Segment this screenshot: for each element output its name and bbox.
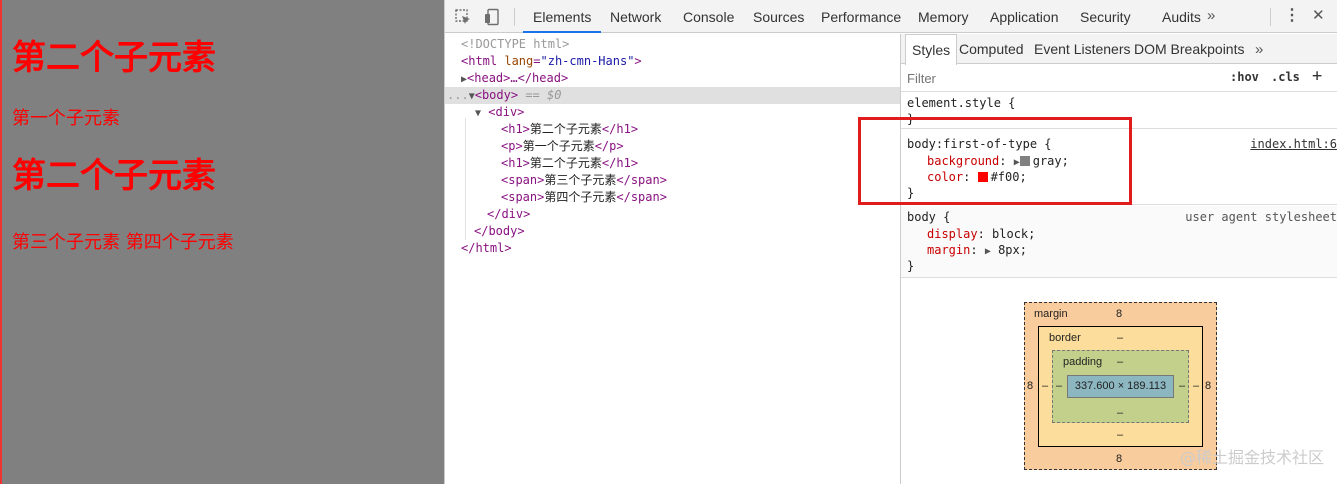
- border-right-value[interactable]: –: [1193, 380, 1199, 392]
- device-toolbar-icon[interactable]: [483, 8, 501, 26]
- rule-close-brace: }: [907, 259, 915, 273]
- dom-h1-second[interactable]: <h1>第二个子元素</h1>: [501, 155, 638, 172]
- dom-p-text: 第一个子元素: [522, 139, 595, 153]
- rule-body-user-agent: body { user agent stylesheet display: bl…: [901, 206, 1337, 278]
- tab-security[interactable]: Security: [1080, 0, 1131, 33]
- close-icon[interactable]: ✕: [1312, 0, 1325, 32]
- html-attr-name: lang: [504, 54, 534, 68]
- dom-div-open[interactable]: ▼ <div>: [475, 104, 524, 121]
- subtab-styles[interactable]: Styles: [905, 34, 958, 65]
- cls-toggle[interactable]: .cls: [1271, 70, 1300, 84]
- toolbar-divider: [1270, 8, 1271, 26]
- rule2-source: user agent stylesheet: [1185, 210, 1337, 224]
- tab-elements[interactable]: Elements: [523, 0, 602, 33]
- dom-body-close[interactable]: </body>: [474, 223, 525, 240]
- margin-top-value[interactable]: 8: [1116, 308, 1122, 320]
- rule1-source-link[interactable]: index.html:6: [1250, 136, 1337, 152]
- watermark: @稀土掘金技术社区: [1179, 448, 1324, 467]
- expand-shorthand-icon[interactable]: ▶: [985, 246, 991, 257]
- box-model-border[interactable]: border – – – – padding – – – – 337.600 ×…: [1038, 326, 1203, 447]
- kebab-menu-icon[interactable]: ⋮: [1284, 0, 1300, 32]
- tab-sources[interactable]: Sources: [753, 0, 804, 33]
- rendered-page-preview: 第二个子元素 第一个子元素 第二个子元素 第三个子元素 第四个子元素: [0, 0, 444, 484]
- rule2-display-decl: display: block;: [927, 227, 1036, 241]
- border-label: border: [1049, 332, 1081, 344]
- dom-body-selected[interactable]: ...▼<body> == $0: [445, 87, 900, 104]
- dom-h1-first[interactable]: <h1>第二个子元素</h1>: [501, 121, 638, 138]
- padding-left-value[interactable]: –: [1056, 380, 1062, 392]
- dom-head[interactable]: ▶<head>…</head>: [461, 70, 568, 87]
- dom-ellipsis: ...: [447, 88, 469, 102]
- dom-h1-text: 第二个子元素: [529, 122, 602, 136]
- preview-span-third: 第三个子元素: [12, 232, 120, 253]
- tab-performance[interactable]: Performance: [821, 0, 901, 33]
- value-8px: 8px;: [998, 243, 1027, 257]
- new-rule-plus-icon[interactable]: +: [1312, 66, 1322, 86]
- more-subtabs-icon[interactable]: »: [1255, 34, 1263, 64]
- html-attr-value: "zh-cmn-Hans": [540, 54, 635, 68]
- dom-h1b-text: 第二个子元素: [529, 156, 602, 170]
- dom-html-open[interactable]: <html lang="zh-cmn-Hans">: [461, 53, 642, 70]
- dom-doctype[interactable]: <!DOCTYPE html>: [461, 36, 569, 53]
- styles-filter-input[interactable]: [907, 71, 1107, 86]
- head-tag: <head>…</head>: [467, 71, 569, 85]
- box-model-content-size[interactable]: 337.600 × 189.113: [1067, 375, 1174, 398]
- border-left-value[interactable]: –: [1042, 380, 1048, 392]
- tab-memory[interactable]: Memory: [918, 0, 969, 33]
- tab-application[interactable]: Application: [990, 0, 1059, 33]
- element-style-selector[interactable]: element.style {: [907, 95, 1015, 111]
- rule2-selector: body {: [907, 210, 951, 224]
- margin-bottom-value[interactable]: 8: [1116, 453, 1122, 465]
- subtab-computed[interactable]: Computed: [959, 34, 1024, 64]
- styles-filter-bar: :hov .cls +: [901, 65, 1337, 92]
- preview-span-fourth: 第四个子元素: [125, 232, 234, 253]
- inspect-element-icon[interactable]: [454, 8, 472, 26]
- div-tag: <div>: [488, 105, 525, 119]
- tab-audits[interactable]: Audits: [1162, 0, 1201, 33]
- collapse-triangle-icon[interactable]: ▼: [475, 108, 481, 119]
- body-tag: <body>: [474, 88, 519, 102]
- devtools-toolbar: Elements Network Console Sources Perform…: [445, 0, 1337, 33]
- subtab-event-listeners[interactable]: Event Listeners: [1034, 34, 1131, 64]
- rule2-margin-decl: margin: ▶ 8px;: [927, 243, 1027, 257]
- dom-span-fourth[interactable]: <span>第四个子元素</span>: [501, 189, 667, 206]
- prop-display: display: [927, 227, 978, 241]
- tab-network[interactable]: Network: [610, 0, 661, 33]
- preview-spans: 第三个子元素 第四个子元素: [12, 232, 434, 254]
- preview-h1-first: 第二个子元素: [12, 38, 216, 78]
- tab-console[interactable]: Console: [683, 0, 734, 33]
- margin-right-value[interactable]: 8: [1205, 380, 1211, 392]
- selected-node-marker: == $0: [525, 88, 562, 102]
- dom-p[interactable]: <p>第一个子元素</p>: [501, 138, 624, 155]
- more-tabs-icon[interactable]: »: [1207, 0, 1215, 32]
- hov-toggle[interactable]: :hov: [1230, 70, 1259, 84]
- devtools-panel: Elements Network Console Sources Perform…: [444, 0, 1337, 484]
- padding-right-value[interactable]: –: [1179, 380, 1185, 392]
- padding-bottom-value[interactable]: –: [1117, 407, 1123, 419]
- dom-span-a-text: 第三个子元素: [544, 173, 617, 187]
- padding-label: padding: [1063, 356, 1103, 368]
- toolbar-divider: [514, 8, 515, 26]
- html-tag: <html: [461, 54, 498, 68]
- subtab-dom-breakpoints[interactable]: DOM Breakpoints: [1134, 34, 1244, 64]
- value-block: block;: [992, 227, 1036, 241]
- dom-tree: <!DOCTYPE html> <html lang="zh-cmn-Hans"…: [445, 34, 900, 484]
- indent-guide: [465, 118, 466, 240]
- padding-top-value[interactable]: –: [1117, 356, 1123, 368]
- dom-span-b-text: 第四个子元素: [544, 190, 617, 204]
- dom-div-close[interactable]: </div>: [487, 206, 530, 223]
- styles-pane: Styles Computed Event Listeners DOM Brea…: [900, 34, 1337, 484]
- preview-paragraph: 第一个子元素: [12, 108, 120, 129]
- border-top-value[interactable]: –: [1117, 332, 1123, 344]
- highlight-annotation-box: [858, 117, 1132, 205]
- styles-subtabs: Styles Computed Event Listeners DOM Brea…: [901, 34, 1337, 65]
- margin-left-value[interactable]: 8: [1027, 380, 1033, 392]
- preview-h1-second: 第二个子元素: [12, 156, 216, 196]
- margin-label: margin: [1034, 308, 1068, 320]
- dom-span-third[interactable]: <span>第三个子元素</span>: [501, 172, 667, 189]
- box-model-padding[interactable]: padding – – – – 337.600 × 189.113: [1052, 350, 1189, 423]
- border-bottom-value[interactable]: –: [1117, 429, 1123, 441]
- dom-html-close[interactable]: </html>: [461, 240, 512, 257]
- prop-margin: margin: [927, 243, 971, 257]
